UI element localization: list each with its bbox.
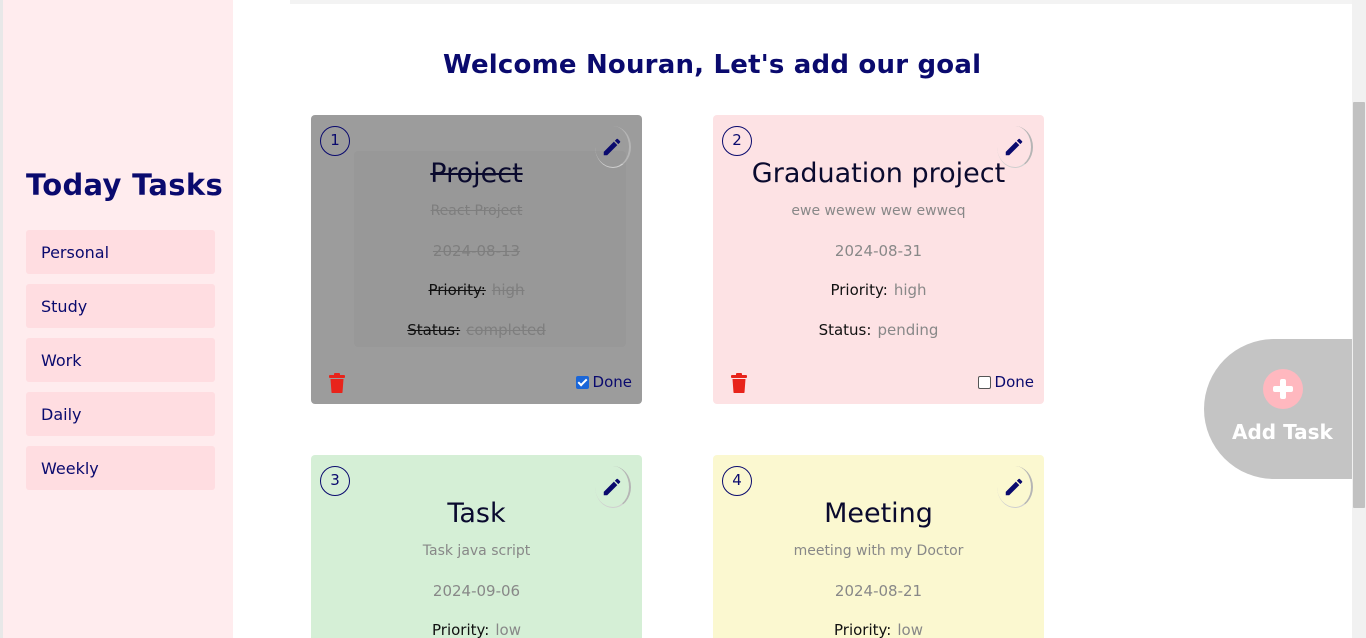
welcome-heading: Welcome Nouran, Let's add our goal	[443, 50, 982, 80]
done-label: Done	[994, 373, 1034, 391]
task-number-badge: 2	[722, 126, 752, 156]
task-title: Graduation project	[751, 158, 1006, 189]
trash-icon	[329, 373, 345, 394]
add-task-label: Add Task	[1232, 420, 1333, 444]
pencil-icon	[603, 138, 621, 155]
task-date: 2024-09-06	[432, 582, 521, 600]
task-title: Project	[430, 158, 523, 189]
done-label: Done	[592, 373, 632, 391]
priority-value: high	[491, 281, 525, 299]
priority-label: Priority:	[428, 281, 486, 299]
task-number-badge: 3	[320, 466, 350, 496]
priority-row: Priority: low	[713, 621, 1044, 638]
done-checkbox[interactable]	[575, 375, 589, 389]
task-card: 4 Meeting meeting with my Doctor 2024-08…	[713, 455, 1044, 638]
priority-label: Priority:	[830, 281, 888, 299]
plus-icon	[1263, 369, 1303, 409]
task-title: Meeting	[824, 498, 933, 529]
status-value: pending	[877, 321, 939, 339]
done-toggle[interactable]: Done	[977, 373, 1034, 391]
trash-icon	[731, 373, 747, 394]
pencil-icon	[603, 478, 621, 495]
sidebar-item-personal[interactable]: Personal	[26, 230, 215, 274]
task-date: 2024-08-13	[432, 242, 521, 260]
delete-button[interactable]	[329, 373, 345, 394]
task-date: 2024-08-21	[834, 582, 923, 600]
status-value: completed	[466, 321, 546, 339]
sidebar-item-work[interactable]: Work	[26, 338, 215, 382]
pencil-icon	[1005, 478, 1023, 495]
sidebar: Today Tasks Personal Study Work Daily We…	[0, 0, 233, 638]
delete-button[interactable]	[731, 373, 747, 394]
task-description: Task java script	[422, 543, 531, 559]
sidebar-item-weekly[interactable]: Weekly	[26, 446, 215, 490]
task-card: 3 Task Task java script 2024-09-06 Prior…	[311, 455, 642, 638]
pencil-icon	[1005, 138, 1023, 155]
priority-row: Priority: high	[713, 281, 1044, 299]
sidebar-item-daily[interactable]: Daily	[26, 392, 215, 436]
status-row: Status: pending	[713, 321, 1044, 339]
task-date: 2024-08-31	[834, 242, 923, 260]
scrollbar-thumb[interactable]	[1353, 102, 1365, 508]
task-description: ewe wewew wew ewweq	[791, 203, 966, 219]
task-card: 1 Project React Project 2024-08-13 Prior…	[311, 115, 642, 404]
add-task-button[interactable]: Add Task	[1204, 339, 1364, 479]
priority-row: Priority: low	[311, 621, 642, 638]
priority-label: Priority:	[432, 621, 490, 638]
task-card: 2 Graduation project ewe wewew wew ewweq…	[713, 115, 1044, 404]
task-title: Task	[447, 498, 506, 529]
sidebar-item-study[interactable]: Study	[26, 284, 215, 328]
task-description: React Project	[430, 203, 523, 219]
priority-value: low	[897, 621, 923, 638]
task-number-badge: 4	[722, 466, 752, 496]
done-checkbox[interactable]	[977, 375, 991, 389]
task-number-badge: 1	[320, 126, 350, 156]
status-label: Status:	[818, 321, 872, 339]
task-description: meeting with my Doctor	[793, 543, 964, 559]
priority-row: Priority: high	[311, 281, 642, 299]
sidebar-title: Today Tasks	[26, 168, 224, 202]
priority-value: low	[495, 621, 521, 638]
status-row: Status: completed	[311, 321, 642, 339]
done-toggle[interactable]: Done	[575, 373, 632, 391]
priority-label: Priority:	[834, 621, 892, 638]
status-label: Status:	[407, 321, 461, 339]
priority-value: high	[893, 281, 927, 299]
top-divider	[290, 0, 1352, 4]
